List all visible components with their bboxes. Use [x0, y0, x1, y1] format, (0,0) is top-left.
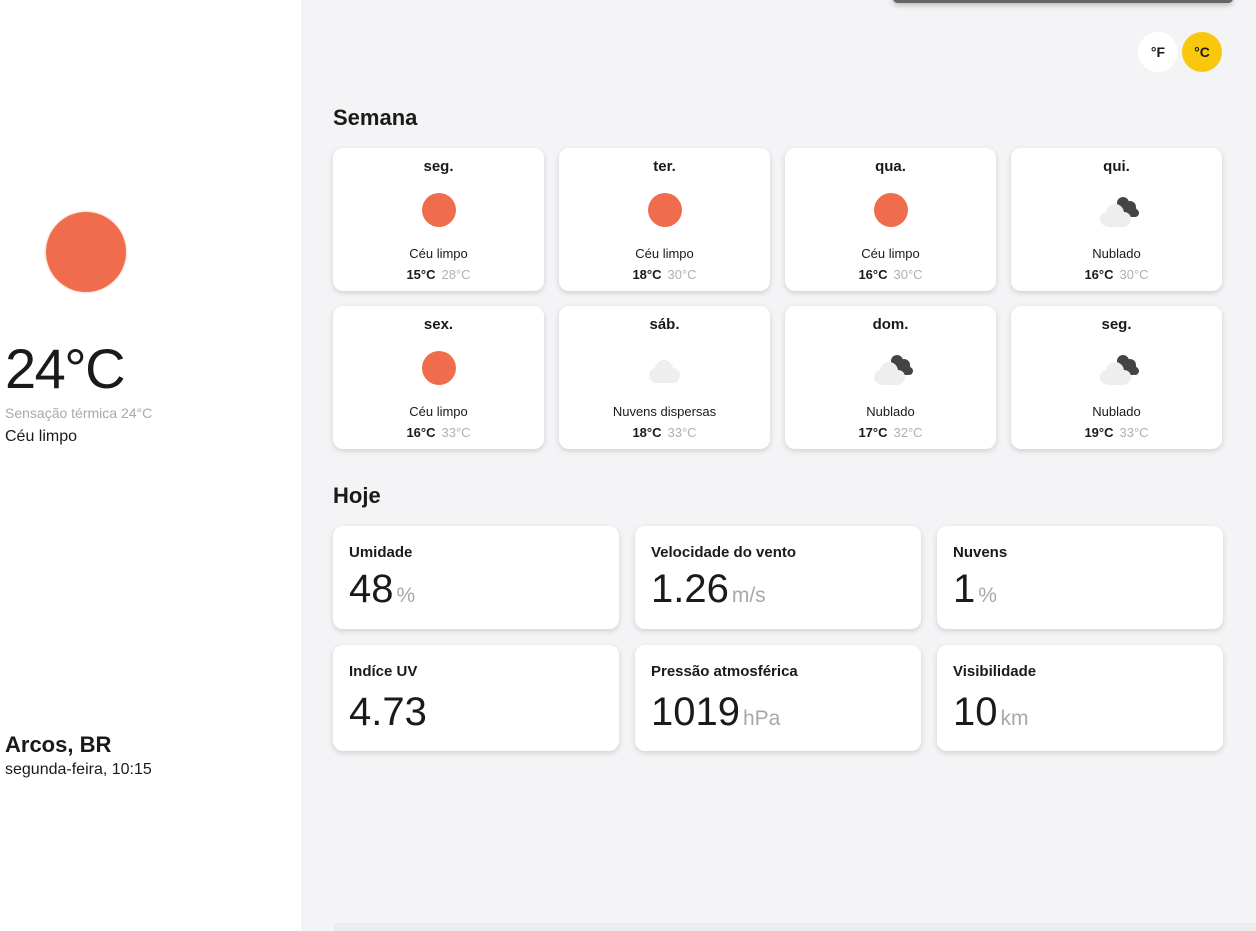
stat-unit: m/s [731, 584, 766, 607]
day-min-temp: 17°C [858, 425, 888, 440]
day-name: sáb. [649, 316, 680, 333]
day-name: qui. [1103, 158, 1130, 175]
scattered-clouds-icon [648, 360, 680, 383]
location-name: Arcos, BR [5, 732, 112, 757]
day-max-temp: 33°C [441, 425, 471, 440]
day-card: sáb. Nuvens dispersas 18°C 33°C [559, 306, 770, 449]
stat-unit: % [396, 584, 416, 607]
day-name: seg. [1101, 316, 1132, 333]
day-card: ter. Céu limpo 18°C 30°C [559, 148, 770, 291]
stat-value: 1 [953, 567, 976, 611]
sun-icon [415, 351, 463, 387]
day-description: Céu limpo [861, 246, 920, 261]
search-bar-edge[interactable] [893, 0, 1233, 3]
day-description: Nublado [1092, 404, 1141, 419]
stat-unit: km [1000, 707, 1029, 730]
today-highlights-grid: Umidade 48% Velocidade do vento 1.26 m/s … [333, 526, 1223, 751]
day-card: seg. Céu limpo 15°C 28°C [333, 148, 544, 291]
day-temperatures: 17°C 32°C [785, 425, 996, 440]
day-temperatures: 18°C 30°C [559, 267, 770, 282]
sun-icon [46, 212, 126, 292]
main-panel: °F °C Semana seg. Céu limpo 15°C 28°C ter… [301, 0, 1256, 931]
sun-icon [415, 193, 463, 229]
wind-speed-card: Velocidade do vento 1.26 m/s [635, 526, 921, 629]
day-description: Céu limpo [409, 404, 468, 419]
fahrenheit-button[interactable]: °F [1138, 32, 1178, 72]
day-min-temp: 15°C [406, 267, 436, 282]
clouds-card: Nuvens 1% [937, 526, 1223, 629]
day-card: qui. Nublado 16°C 30°C [1011, 148, 1222, 291]
sun-icon [641, 193, 689, 229]
day-name: sex. [423, 316, 454, 333]
day-description: Nuvens dispersas [612, 404, 717, 419]
stat-label: Pressão atmosférica [651, 663, 798, 680]
stat-value: 48 [349, 567, 394, 611]
day-description: Céu limpo [409, 246, 468, 261]
current-condition: Céu limpo [5, 428, 78, 445]
broken-clouds-icon [1099, 355, 1139, 385]
day-description: Céu limpo [635, 246, 694, 261]
broken-clouds-icon [873, 355, 913, 385]
week-forecast-grid: seg. Céu limpo 15°C 28°C ter. Céu limpo 1… [333, 148, 1223, 449]
uv-index-card: Indíce UV 4.73 [333, 645, 619, 751]
day-min-temp: 19°C [1084, 425, 1114, 440]
week-title: Semana [333, 105, 418, 130]
day-card: sex. Céu limpo 16°C 33°C [333, 306, 544, 449]
day-temperatures: 15°C 28°C [333, 267, 544, 282]
day-name: seg. [423, 158, 454, 175]
current-temperature: 24°C [5, 337, 126, 400]
day-min-temp: 16°C [406, 425, 436, 440]
stat-unit: % [978, 584, 997, 607]
sun-icon [867, 193, 915, 229]
day-max-temp: 30°C [667, 267, 697, 282]
day-max-temp: 30°C [893, 267, 923, 282]
day-name: ter. [653, 158, 676, 175]
day-temperatures: 18°C 33°C [559, 425, 770, 440]
day-min-temp: 18°C [632, 425, 662, 440]
stat-label: Velocidade do vento [651, 544, 797, 561]
broken-clouds-icon [1099, 197, 1139, 227]
stat-value: 4.73 [349, 690, 427, 734]
day-temperatures: 16°C 33°C [333, 425, 544, 440]
stat-value: 10 [953, 690, 998, 734]
stat-label: Indíce UV [349, 663, 418, 680]
day-max-temp: 33°C [667, 425, 697, 440]
visibility-card: Visibilidade 10 km [937, 645, 1223, 751]
stat-unit: hPa [742, 707, 781, 730]
day-card: dom. Nublado 17°C 32°C [785, 306, 996, 449]
day-min-temp: 18°C [632, 267, 662, 282]
stat-label: Nuvens [953, 544, 1008, 561]
current-datetime: segunda-feira, 10:15 [5, 761, 152, 778]
day-description: Nublado [866, 404, 915, 419]
day-min-temp: 16°C [858, 267, 888, 282]
horizontal-scrollbar[interactable] [334, 923, 1256, 931]
day-temperatures: 16°C 30°C [785, 267, 996, 282]
today-title: Hoje [333, 483, 381, 508]
feels-like-text: Sensação térmica 24°C [5, 405, 153, 421]
pressure-card: Pressão atmosférica 1019 hPa [635, 645, 921, 751]
stat-label: Visibilidade [953, 663, 1037, 680]
day-max-temp: 28°C [441, 267, 471, 282]
day-card: seg. Nublado 19°C 33°C [1011, 306, 1222, 449]
day-card: qua. Céu limpo 16°C 30°C [785, 148, 996, 291]
day-max-temp: 30°C [1119, 267, 1149, 282]
day-temperatures: 16°C 30°C [1011, 267, 1222, 282]
stat-value: 1.26 [651, 567, 729, 611]
day-max-temp: 33°C [1119, 425, 1149, 440]
day-temperatures: 19°C 33°C [1011, 425, 1222, 440]
humidity-card: Umidade 48% [333, 526, 619, 629]
stat-value: 1019 [651, 690, 740, 734]
sidebar: 24°C Sensação térmica 24°C Céu limpo Arc… [0, 0, 301, 931]
stat-label: Umidade [349, 544, 413, 561]
day-description: Nublado [1092, 246, 1141, 261]
celsius-button[interactable]: °C [1182, 32, 1222, 72]
day-name: dom. [872, 316, 909, 333]
day-min-temp: 16°C [1084, 267, 1114, 282]
day-name: qua. [875, 158, 906, 175]
day-max-temp: 32°C [893, 425, 923, 440]
